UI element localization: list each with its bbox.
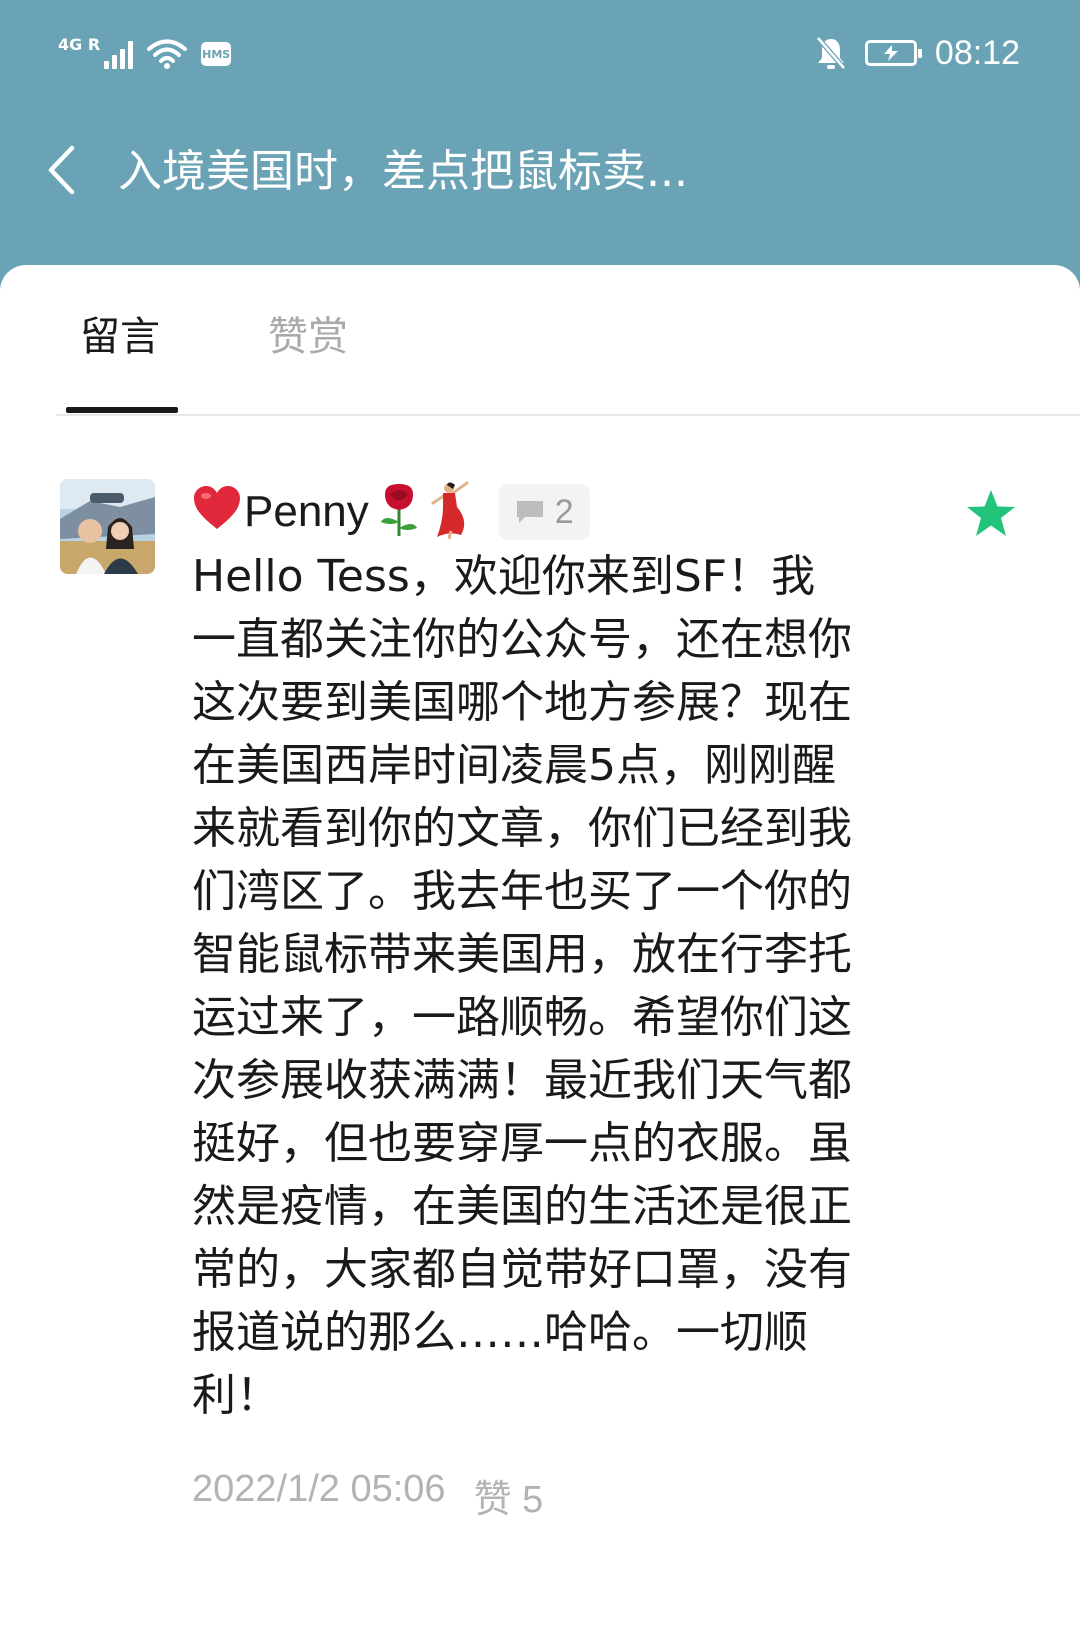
username[interactable]: Penny <box>244 487 369 537</box>
reply-count-button[interactable]: 2 <box>498 484 590 540</box>
back-button[interactable] <box>36 140 86 200</box>
tab-rewards[interactable]: 赞赏 <box>268 309 348 365</box>
battery-charging-icon <box>864 40 922 66</box>
mute-bell-icon <box>816 36 846 70</box>
wifi-icon <box>147 39 188 69</box>
status-bar: 4G R HMS 08:12 <box>0 0 1080 110</box>
chevron-left-icon <box>48 145 75 195</box>
title-bar: 入境美国时，差点把鼠标卖... <box>0 110 1080 250</box>
comment-header: Penny 2 <box>192 477 590 547</box>
signal-icon <box>104 39 134 69</box>
star-icon[interactable] <box>964 487 1018 541</box>
active-tab-indicator <box>66 407 178 413</box>
page-title: 入境美国时，差点把鼠标卖... <box>118 146 688 197</box>
comments-sheet: 留言 赞赏 Penny 2 Hello Tess，欢迎你来到SF！我一直都关注你… <box>0 265 1080 1641</box>
tab-comments[interactable]: 留言 <box>80 309 160 365</box>
comment-icon <box>516 501 543 523</box>
rose-icon <box>377 482 421 542</box>
comment-item: Penny 2 Hello Tess，欢迎你来到SF！我一直都关注你的公众号，还… <box>0 415 1080 1641</box>
clock: 08:12 <box>934 33 1020 72</box>
reply-count: 2 <box>554 492 574 531</box>
like-button[interactable]: 赞 5 <box>474 1468 544 1523</box>
tab-bar: 留言 赞赏 <box>0 265 1080 416</box>
status-right: 08:12 <box>815 30 1020 76</box>
status-left: 4G R HMS <box>58 34 232 74</box>
comment-timestamp: 2022/1/2 05:06 <box>192 1468 446 1510</box>
dancer-icon <box>429 481 473 543</box>
network-type-label: 4G R <box>58 34 101 54</box>
hms-icon: HMS <box>201 42 232 66</box>
comment-meta: 2022/1/2 05:06 赞 5 <box>192 1468 543 1523</box>
heart-icon <box>192 485 242 539</box>
comment-text: Hello Tess，欢迎你来到SF！我一直都关注你的公众号，还在想你这次要到美… <box>192 551 852 1421</box>
avatar[interactable] <box>60 479 155 574</box>
